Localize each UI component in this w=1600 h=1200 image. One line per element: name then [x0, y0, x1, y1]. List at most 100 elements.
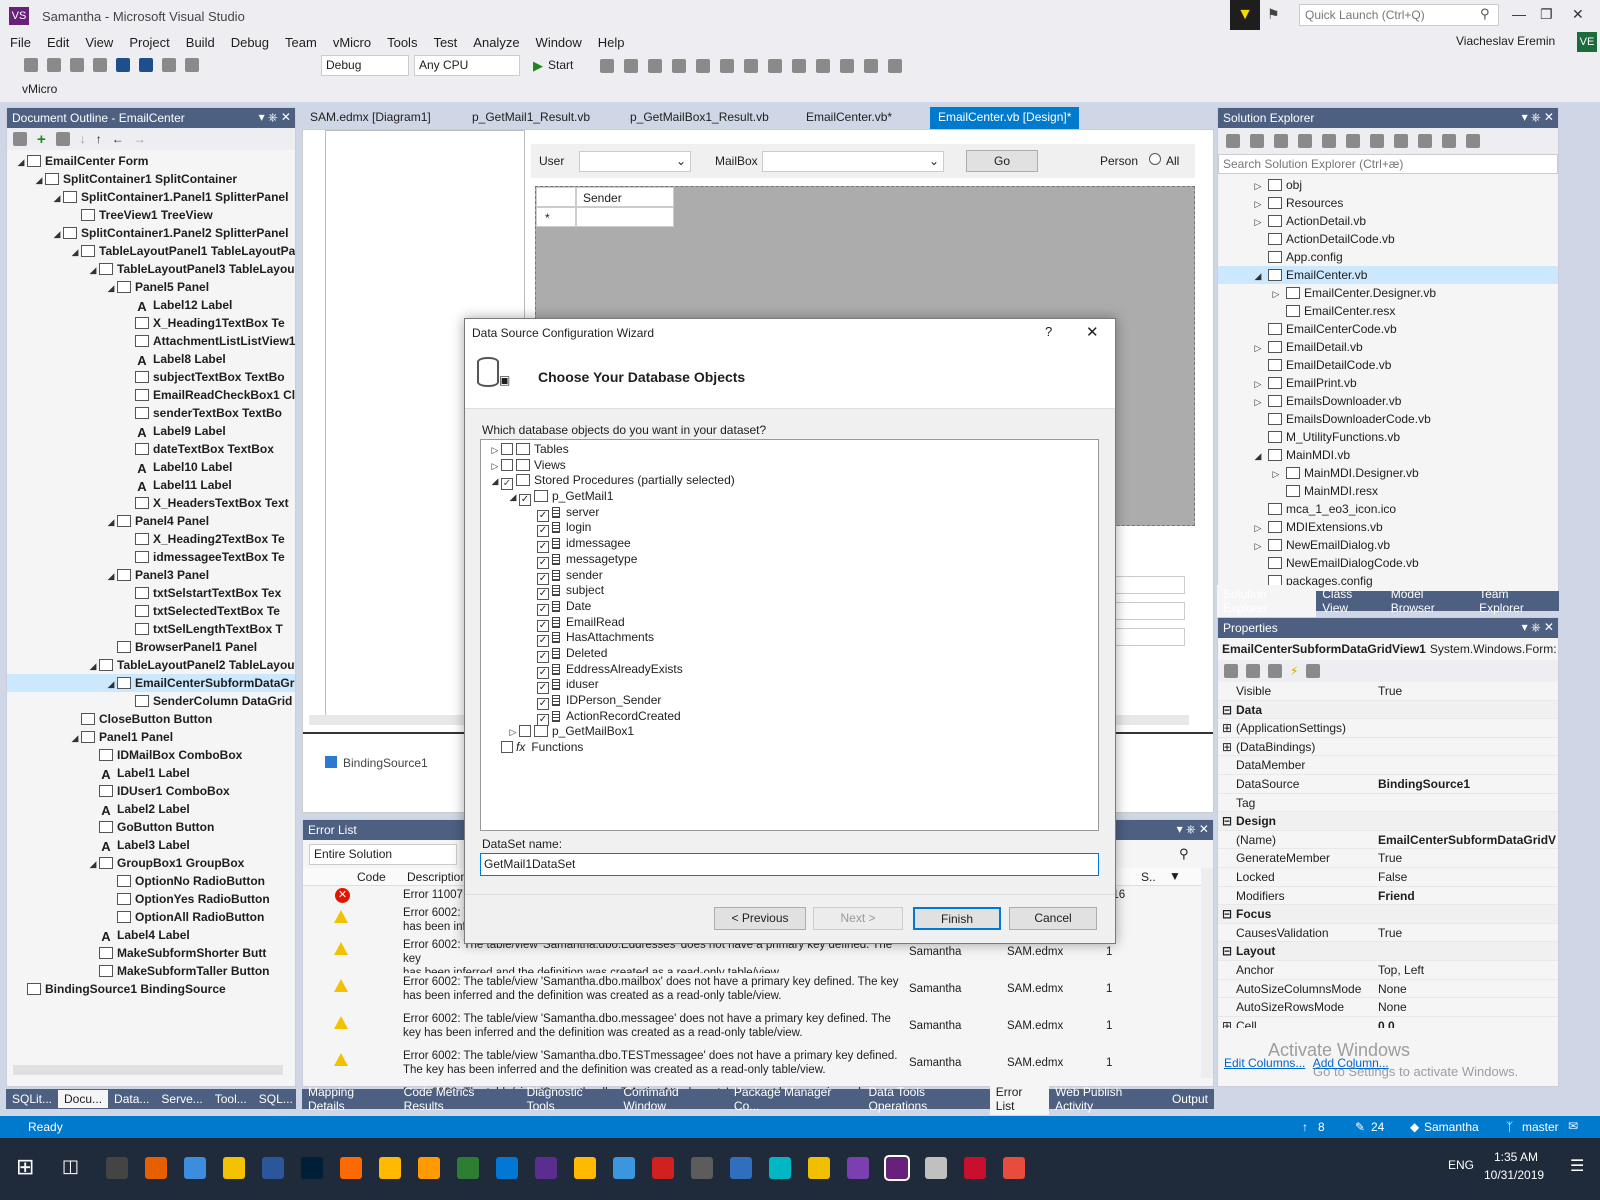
property-row[interactable]: ⊞ (ApplicationSettings): [1218, 719, 1558, 738]
align-top-icon[interactable]: [840, 59, 854, 73]
outline-item[interactable]: X_HeadersTextBox Text: [7, 494, 295, 512]
db-object-item[interactable]: ▷ Views: [489, 458, 1098, 474]
collapse-icon[interactable]: [55, 132, 70, 146]
sync-icon[interactable]: [1346, 134, 1360, 148]
solution-explorer-tab[interactable]: Class View: [1316, 585, 1384, 617]
db-object-item[interactable]: EmailRead: [489, 615, 1098, 632]
back-icon[interactable]: [1226, 134, 1240, 148]
solution-item[interactable]: ActionDetailCode.vb: [1218, 230, 1558, 248]
bottom-tool-tab[interactable]: Web Publish Activity: [1049, 1083, 1166, 1115]
action-center-icon[interactable]: ☰: [1570, 1156, 1584, 1176]
step-into-icon[interactable]: [648, 59, 662, 73]
panel-pin-icon[interactable]: ▾ ⎈ ✕: [1177, 822, 1209, 837]
description-column-header[interactable]: Description: [407, 870, 467, 884]
taskbar-app-icon[interactable]: [301, 1157, 323, 1179]
textbox-placeholder-3[interactable]: [1115, 628, 1185, 646]
property-value[interactable]: Friend: [1378, 887, 1415, 905]
properties-object-selector[interactable]: EmailCenterSubformDataGridView1 System.W…: [1218, 638, 1558, 660]
solution-item[interactable]: NewEmailDialogCode.vb: [1218, 554, 1558, 572]
bottom-tool-tab[interactable]: Output: [1166, 1090, 1214, 1108]
expand-arrow-icon[interactable]: ▷: [1252, 339, 1264, 357]
forward-icon[interactable]: [1250, 134, 1264, 148]
expand-icon[interactable]: ⊞: [1222, 719, 1232, 737]
feedback-filter-icon[interactable]: ▼: [1230, 0, 1260, 30]
expand-arrow-icon[interactable]: ▷: [507, 725, 519, 741]
clock-date[interactable]: 10/31/2019: [1484, 1168, 1544, 1182]
panel-pin-icon[interactable]: ▾ ⎈ ✕: [259, 110, 291, 125]
outline-item[interactable]: MakeSubformTaller Button: [7, 962, 295, 980]
align-left-icon[interactable]: [768, 59, 782, 73]
solution-explorer-tab[interactable]: Team Explorer: [1473, 585, 1559, 617]
collapse-icon[interactable]: ⊟: [1222, 905, 1232, 923]
expand-arrow-icon[interactable]: ▷: [1252, 537, 1264, 555]
outline-item[interactable]: txtSelstartTextBox Tex: [7, 584, 295, 602]
outline-item[interactable]: X_Heading1TextBox Te: [7, 314, 295, 332]
db-object-item[interactable]: Date: [489, 599, 1098, 616]
outline-item[interactable]: OptionYes RadioButton: [7, 890, 295, 908]
outline-item[interactable]: GoButton Button: [7, 818, 295, 836]
property-row[interactable]: Visible True: [1218, 682, 1558, 701]
expand-arrow-icon[interactable]: ◢: [33, 171, 45, 189]
taskbar-app-icon[interactable]: [262, 1157, 284, 1179]
taskbar-app-icon[interactable]: [1003, 1157, 1025, 1179]
vmicro-select[interactable]: vMicro: [18, 80, 72, 101]
taskbar-app-icon[interactable]: [769, 1157, 791, 1179]
panel-pin-icon[interactable]: ▾ ⎈ ✕: [1522, 620, 1554, 635]
taskbar-app-icon[interactable]: [457, 1157, 479, 1179]
document-tab[interactable]: p_GetMail1_Result.vb: [464, 107, 598, 129]
pending-changes-icon[interactable]: [1322, 134, 1336, 148]
property-row[interactable]: (Name) EmailCenterSubformDataGridV: [1218, 831, 1558, 850]
filter-icon[interactable]: ▼: [1169, 869, 1181, 883]
outline-item[interactable]: A Label8 Label: [7, 350, 295, 368]
db-object-item[interactable]: ActionRecordCreated: [489, 709, 1098, 726]
expand-arrow-icon[interactable]: ◢: [489, 474, 501, 490]
solution-item[interactable]: App.config: [1218, 248, 1558, 266]
close-dialog-button[interactable]: ✕: [1086, 323, 1099, 341]
outline-item[interactable]: ◢ GroupBox1 GroupBox: [7, 854, 295, 872]
bottom-tool-tab[interactable]: Code Metrics Results: [398, 1083, 521, 1115]
expand-arrow-icon[interactable]: ◢: [51, 189, 63, 207]
user-avatar[interactable]: VE: [1577, 32, 1597, 52]
left-bottom-tab[interactable]: Docu...: [58, 1090, 109, 1108]
outline-item[interactable]: SenderColumn DataGrid: [7, 692, 295, 710]
user-combobox[interactable]: ⌄: [579, 151, 691, 172]
move-down-icon[interactable]: ↓: [80, 132, 86, 146]
expand-arrow-icon[interactable]: ◢: [69, 729, 81, 747]
document-tab[interactable]: EmailCenter.vb [Design]*: [930, 107, 1080, 129]
outline-item[interactable]: A Label9 Label: [7, 422, 295, 440]
collapse-icon[interactable]: ⊟: [1222, 701, 1232, 719]
go-button[interactable]: Go: [966, 150, 1038, 172]
outline-item[interactable]: IDUser1 ComboBox: [7, 782, 295, 800]
menu-vmicro[interactable]: vMicro: [333, 35, 371, 50]
outline-hscrollbar[interactable]: [13, 1065, 283, 1075]
outline-item[interactable]: ◢ TableLayoutPanel3 TableLayou: [7, 260, 295, 278]
solution-item[interactable]: MainMDI.resx: [1218, 482, 1558, 500]
solution-item[interactable]: mca_1_eo3_icon.ico: [1218, 500, 1558, 518]
cancel-button[interactable]: Cancel: [1009, 907, 1097, 930]
align-right-icon[interactable]: [816, 59, 830, 73]
taskbar-app-icon[interactable]: [613, 1157, 635, 1179]
solution-item[interactable]: ▷ MDIExtensions.vb: [1218, 518, 1558, 536]
bottom-tool-tab[interactable]: Error List: [989, 1083, 1050, 1115]
db-object-item[interactable]: ◢ p_GetMail1: [489, 489, 1098, 507]
menu-window[interactable]: Window: [536, 35, 582, 50]
expand-arrow-icon[interactable]: ◢: [105, 513, 117, 531]
outline-item[interactable]: ◢ EmailCenterSubformDataGr: [7, 674, 295, 692]
property-row[interactable]: AutoSizeRowsMode None: [1218, 998, 1558, 1017]
left-bottom-tab[interactable]: Tool...: [209, 1090, 253, 1108]
categorized-icon[interactable]: [1224, 664, 1238, 678]
outline-item[interactable]: dateTextBox TextBox: [7, 440, 295, 458]
expand-icon[interactable]: +: [37, 131, 46, 148]
step-over-icon[interactable]: [672, 59, 686, 73]
property-row[interactable]: DataSource BindingSource1: [1218, 775, 1558, 794]
suppression-column-header[interactable]: S..: [1141, 870, 1156, 884]
solution-item[interactable]: ▷ EmailPrint.vb: [1218, 374, 1558, 392]
view-code-icon[interactable]: [1442, 134, 1456, 148]
expand-arrow-icon[interactable]: ◢: [87, 261, 99, 279]
property-row[interactable]: CausesValidation True: [1218, 924, 1558, 943]
taskbar-app-icon[interactable]: [884, 1155, 910, 1181]
solution-item[interactable]: M_UtilityFunctions.vb: [1218, 428, 1558, 446]
bottom-tool-tab[interactable]: Diagnostic Tools: [521, 1083, 618, 1115]
bottom-tool-tab[interactable]: Package Manager Co...: [728, 1083, 863, 1115]
outline-item[interactable]: ◢ Panel4 Panel: [7, 512, 295, 530]
